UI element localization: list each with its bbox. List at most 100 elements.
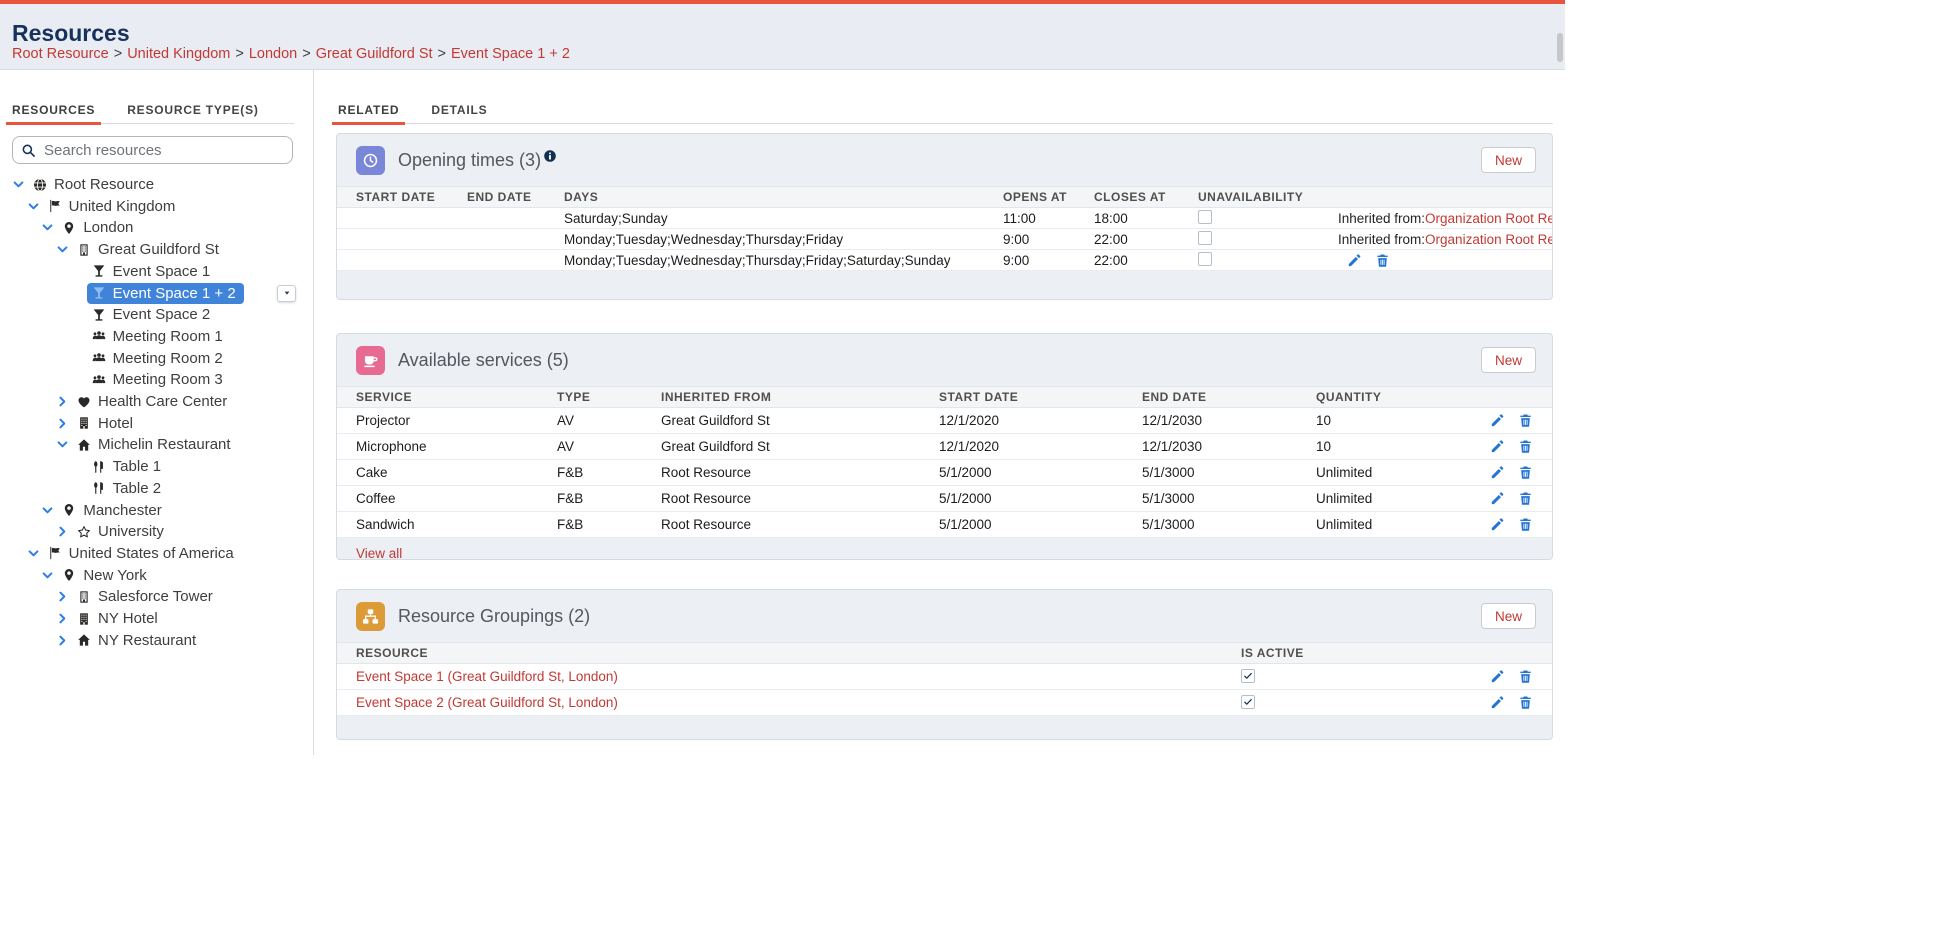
- tree-item-label-group[interactable]: Meeting Room 2: [87, 348, 231, 369]
- tree-item[interactable]: Root Resource: [0, 174, 300, 196]
- delete-icon[interactable]: [1518, 491, 1533, 506]
- edit-icon[interactable]: [1490, 695, 1505, 710]
- chevron-down-icon[interactable]: [56, 438, 69, 451]
- new-button[interactable]: New: [1481, 147, 1536, 173]
- tree-item-label-group[interactable]: Table 1: [87, 456, 169, 477]
- main-tab[interactable]: RELATED: [336, 96, 401, 124]
- tree-item-label-group[interactable]: Meeting Room 1: [87, 326, 231, 347]
- tree-item[interactable]: University: [0, 521, 300, 543]
- checkbox[interactable]: [1198, 252, 1212, 266]
- delete-icon[interactable]: [1518, 413, 1533, 428]
- edit-icon[interactable]: [1347, 253, 1362, 268]
- tree-item-label-group[interactable]: University: [72, 521, 172, 542]
- delete-icon[interactable]: [1518, 695, 1533, 710]
- inherited-from-link[interactable]: Organization Root Resource .: [1425, 232, 1553, 247]
- tree-item-label-group[interactable]: Great Guildford St: [72, 239, 227, 260]
- tree-item-label-group[interactable]: Michelin Restaurant: [72, 434, 239, 455]
- tree-item-label-group[interactable]: NY Restaurant: [72, 630, 204, 651]
- chevron-right-icon[interactable]: [56, 612, 69, 625]
- chevron-down-icon[interactable]: [27, 200, 40, 213]
- tree-item[interactable]: Health Care Center: [0, 391, 300, 413]
- chevron-down-icon[interactable]: [41, 221, 54, 234]
- resource-link[interactable]: Event Space 1 (Great Guildford St, Londo…: [356, 669, 1241, 684]
- breadcrumb-link[interactable]: Event Space 1 + 2: [451, 46, 570, 62]
- chevron-down-icon[interactable]: [12, 178, 25, 191]
- checkbox[interactable]: [1198, 210, 1212, 224]
- tree-item[interactable]: Table 1: [0, 456, 300, 478]
- tree-item-label-group[interactable]: Health Care Center: [72, 391, 235, 412]
- tree-item[interactable]: Meeting Room 3: [0, 369, 300, 391]
- tree-item[interactable]: United States of America: [0, 543, 300, 565]
- chevron-right-icon[interactable]: [56, 525, 69, 538]
- delete-icon[interactable]: [1518, 517, 1533, 532]
- tree-item-label-group[interactable]: London: [57, 217, 141, 238]
- new-button[interactable]: New: [1481, 603, 1536, 629]
- tree-item-label-group[interactable]: United States of America: [43, 543, 242, 564]
- tree-item-label-group[interactable]: Root Resource: [28, 174, 162, 195]
- tree-item[interactable]: Great Guildford St: [0, 239, 300, 261]
- tree-item-label-group[interactable]: New York: [57, 565, 154, 586]
- tree-item[interactable]: Event Space 1: [0, 261, 300, 283]
- tree-item[interactable]: United Kingdom: [0, 196, 300, 218]
- chevron-right-icon[interactable]: [56, 395, 69, 408]
- tree-item[interactable]: Salesforce Tower: [0, 586, 300, 608]
- edit-icon[interactable]: [1490, 465, 1505, 480]
- edit-icon[interactable]: [1490, 439, 1505, 454]
- chevron-down-icon[interactable]: [41, 569, 54, 582]
- tree-item[interactable]: New York: [0, 565, 300, 587]
- delete-icon[interactable]: [1518, 669, 1533, 684]
- delete-icon[interactable]: [1375, 253, 1390, 268]
- sidebar-tab[interactable]: RESOURCE TYPE(S): [125, 96, 260, 124]
- inherited-from-link[interactable]: Organization Root Resource .: [1425, 211, 1553, 226]
- tree-item-label-group[interactable]: United Kingdom: [43, 196, 184, 217]
- tree-item-label-group[interactable]: Hotel: [72, 413, 141, 434]
- breadcrumb-link[interactable]: Root Resource: [12, 46, 109, 62]
- new-button[interactable]: New: [1481, 347, 1536, 373]
- tree-item-label-group[interactable]: Salesforce Tower: [72, 586, 221, 607]
- edit-icon[interactable]: [1490, 517, 1505, 532]
- tree-item[interactable]: Meeting Room 1: [0, 326, 300, 348]
- scrollbar-thumb[interactable]: [1557, 33, 1563, 62]
- tree-item-label-group[interactable]: Event Space 2: [87, 304, 219, 325]
- breadcrumb-link[interactable]: United Kingdom: [127, 46, 230, 62]
- chevron-down-icon[interactable]: [27, 547, 40, 560]
- resource-link[interactable]: Event Space 2 (Great Guildford St, Londo…: [356, 695, 1241, 710]
- tree-item-label-group[interactable]: Manchester: [57, 500, 169, 521]
- delete-icon[interactable]: [1518, 465, 1533, 480]
- search-input[interactable]: Search resources: [12, 136, 293, 164]
- tree-item-label-group[interactable]: Event Space 1 + 2: [87, 283, 244, 304]
- tree-item[interactable]: NY Restaurant: [0, 630, 300, 652]
- tree-item-label-group[interactable]: Meeting Room 3: [87, 369, 231, 390]
- tree-item[interactable]: NY Hotel: [0, 608, 300, 630]
- chevron-right-icon[interactable]: [56, 634, 69, 647]
- tree-item-label-group[interactable]: Event Space 1: [87, 261, 219, 282]
- tree-item[interactable]: Meeting Room 2: [0, 348, 300, 370]
- tree-item-label-group[interactable]: Table 2: [87, 478, 169, 499]
- info-icon[interactable]: [543, 149, 557, 163]
- tree-item[interactable]: Event Space 2: [0, 304, 300, 326]
- chevron-down-icon[interactable]: [41, 504, 54, 517]
- tree-item-label-group[interactable]: NY Hotel: [72, 608, 166, 629]
- sidebar-tab[interactable]: RESOURCES: [10, 96, 97, 124]
- tree-item[interactable]: London: [0, 217, 300, 239]
- tree-item[interactable]: Manchester: [0, 500, 300, 522]
- checkbox-checked[interactable]: [1241, 669, 1255, 683]
- checkbox-checked[interactable]: [1241, 695, 1255, 709]
- tree-item[interactable]: Table 2: [0, 478, 300, 500]
- main-tab[interactable]: DETAILS: [429, 96, 489, 124]
- tree-item-menu-button[interactable]: [277, 285, 296, 302]
- chevron-down-icon[interactable]: [56, 243, 69, 256]
- breadcrumb-link[interactable]: London: [249, 46, 297, 62]
- checkbox[interactable]: [1198, 231, 1212, 245]
- tree-item[interactable]: Hotel: [0, 413, 300, 435]
- edit-icon[interactable]: [1490, 413, 1505, 428]
- breadcrumb-link[interactable]: Great Guildford St: [316, 46, 433, 62]
- edit-icon[interactable]: [1490, 491, 1505, 506]
- tree-item[interactable]: Michelin Restaurant: [0, 434, 300, 456]
- view-all-link[interactable]: View all: [356, 546, 402, 561]
- chevron-right-icon[interactable]: [56, 590, 69, 603]
- edit-icon[interactable]: [1490, 669, 1505, 684]
- chevron-right-icon[interactable]: [56, 417, 69, 430]
- tree-item[interactable]: Event Space 1 + 2: [0, 283, 300, 305]
- delete-icon[interactable]: [1518, 439, 1533, 454]
